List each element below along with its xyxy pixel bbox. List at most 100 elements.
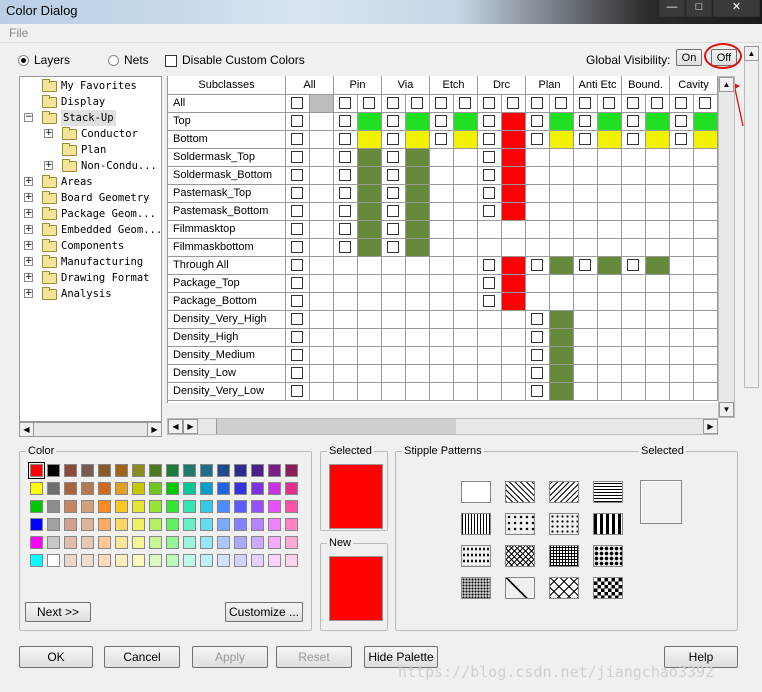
tree-item-label[interactable]: Plan <box>81 142 106 158</box>
grid-cell[interactable] <box>430 329 454 347</box>
grid-cell[interactable] <box>574 185 598 203</box>
visibility-cell[interactable] <box>334 185 358 203</box>
color-cell[interactable] <box>550 131 574 149</box>
grid-header-anti-etc[interactable]: Anti Etc <box>574 76 622 95</box>
grid-cell[interactable] <box>454 365 478 383</box>
visibility-checkbox[interactable] <box>291 97 303 109</box>
visibility-checkbox[interactable] <box>531 97 543 109</box>
color-cell[interactable] <box>358 203 382 221</box>
palette-swatch[interactable] <box>183 518 196 531</box>
palette-swatch[interactable] <box>47 482 60 495</box>
palette-swatch[interactable] <box>98 500 111 513</box>
grid-scroll-left-icon[interactable]: ◀ <box>168 419 183 434</box>
palette-swatch[interactable] <box>149 518 162 531</box>
grid-cell[interactable] <box>598 221 622 239</box>
visibility-checkbox[interactable] <box>627 97 639 109</box>
outer-scroll-up-icon[interactable]: ▲ <box>744 46 759 61</box>
grid-cell[interactable] <box>670 347 694 365</box>
stipple-pattern[interactable] <box>593 545 623 567</box>
grid-cell[interactable] <box>694 311 718 329</box>
grid-cell[interactable] <box>646 311 670 329</box>
color-cell[interactable] <box>502 113 526 131</box>
tree-item-label[interactable]: My Favorites <box>61 78 137 94</box>
outer-vertical-scrollbar[interactable]: ▲ <box>744 46 759 388</box>
scroll-left-icon[interactable]: ◀ <box>19 422 34 437</box>
visibility-checkbox[interactable] <box>651 97 663 109</box>
color-cell[interactable] <box>550 257 574 275</box>
grid-cell[interactable] <box>622 185 646 203</box>
grid-cell[interactable] <box>646 185 670 203</box>
visibility-cell[interactable] <box>334 149 358 167</box>
grid-cell[interactable] <box>310 239 334 257</box>
grid-cell[interactable] <box>310 203 334 221</box>
grid-cell[interactable] <box>406 275 430 293</box>
visibility-cell[interactable] <box>454 95 478 113</box>
grid-cell[interactable] <box>694 365 718 383</box>
palette-swatch[interactable] <box>47 464 60 477</box>
grid-row-label[interactable]: Package_Top <box>168 275 286 293</box>
visibility-checkbox[interactable] <box>603 97 615 109</box>
grid-scroll-right-small-icon[interactable]: ▶ <box>183 419 198 434</box>
color-cell[interactable] <box>358 221 382 239</box>
grid-cell[interactable] <box>694 221 718 239</box>
visibility-cell[interactable] <box>526 329 550 347</box>
grid-header-bound-[interactable]: Bound. <box>622 76 670 95</box>
grid-cell[interactable] <box>406 383 430 401</box>
grid-cell[interactable] <box>598 149 622 167</box>
palette-swatch[interactable] <box>47 500 60 513</box>
visibility-checkbox[interactable] <box>291 349 303 361</box>
grid-cell[interactable] <box>310 329 334 347</box>
grid-cell[interactable] <box>358 311 382 329</box>
customize-button[interactable]: Customize ... <box>225 602 303 622</box>
palette-swatch[interactable] <box>115 536 128 549</box>
visibility-cell[interactable] <box>382 131 406 149</box>
palette-swatch[interactable] <box>285 536 298 549</box>
grid-cell[interactable] <box>358 347 382 365</box>
color-cell[interactable] <box>502 293 526 311</box>
menu-file[interactable]: File <box>9 26 28 40</box>
palette-swatch[interactable] <box>285 518 298 531</box>
grid-cell[interactable] <box>574 239 598 257</box>
visibility-cell[interactable] <box>478 149 502 167</box>
palette-swatch[interactable] <box>30 482 43 495</box>
grid-cell[interactable] <box>358 329 382 347</box>
stipple-pattern[interactable] <box>505 481 535 503</box>
global-visibility-on-button[interactable]: On <box>676 49 702 66</box>
grid-cell[interactable] <box>598 275 622 293</box>
grid-cell[interactable] <box>454 203 478 221</box>
grid-cell[interactable] <box>382 365 406 383</box>
grid-cell[interactable] <box>310 257 334 275</box>
grid-cell[interactable] <box>694 293 718 311</box>
palette-swatch[interactable] <box>200 482 213 495</box>
palette-swatch[interactable] <box>166 482 179 495</box>
visibility-checkbox[interactable] <box>483 277 495 289</box>
color-cell[interactable] <box>550 311 574 329</box>
grid-cell[interactable] <box>502 347 526 365</box>
grid-cell[interactable] <box>454 239 478 257</box>
visibility-checkbox[interactable] <box>531 349 543 361</box>
grid-cell[interactable] <box>406 347 430 365</box>
visibility-cell[interactable] <box>574 257 598 275</box>
color-cell[interactable] <box>358 185 382 203</box>
grid-cell[interactable] <box>646 221 670 239</box>
tree-item-label[interactable]: Embedded Geom... <box>61 222 161 238</box>
grid-cell[interactable] <box>430 347 454 365</box>
grid-cell[interactable] <box>622 221 646 239</box>
grid-cell[interactable] <box>574 365 598 383</box>
minimize-icon[interactable]: — <box>659 0 685 17</box>
tree-item-label[interactable]: Manufacturing <box>61 254 143 270</box>
grid-cell[interactable] <box>598 239 622 257</box>
visibility-cell[interactable] <box>478 203 502 221</box>
grid-cell[interactable] <box>526 275 550 293</box>
visibility-checkbox[interactable] <box>483 187 495 199</box>
visibility-checkbox[interactable] <box>291 187 303 199</box>
color-cell[interactable] <box>550 329 574 347</box>
palette-swatch[interactable] <box>200 518 213 531</box>
palette-swatch[interactable] <box>217 500 230 513</box>
grid-cell[interactable] <box>430 239 454 257</box>
visibility-cell[interactable] <box>670 131 694 149</box>
color-cell[interactable] <box>310 95 334 113</box>
grid-cell[interactable] <box>670 293 694 311</box>
palette-swatch[interactable] <box>234 536 247 549</box>
palette-swatch[interactable] <box>251 482 264 495</box>
